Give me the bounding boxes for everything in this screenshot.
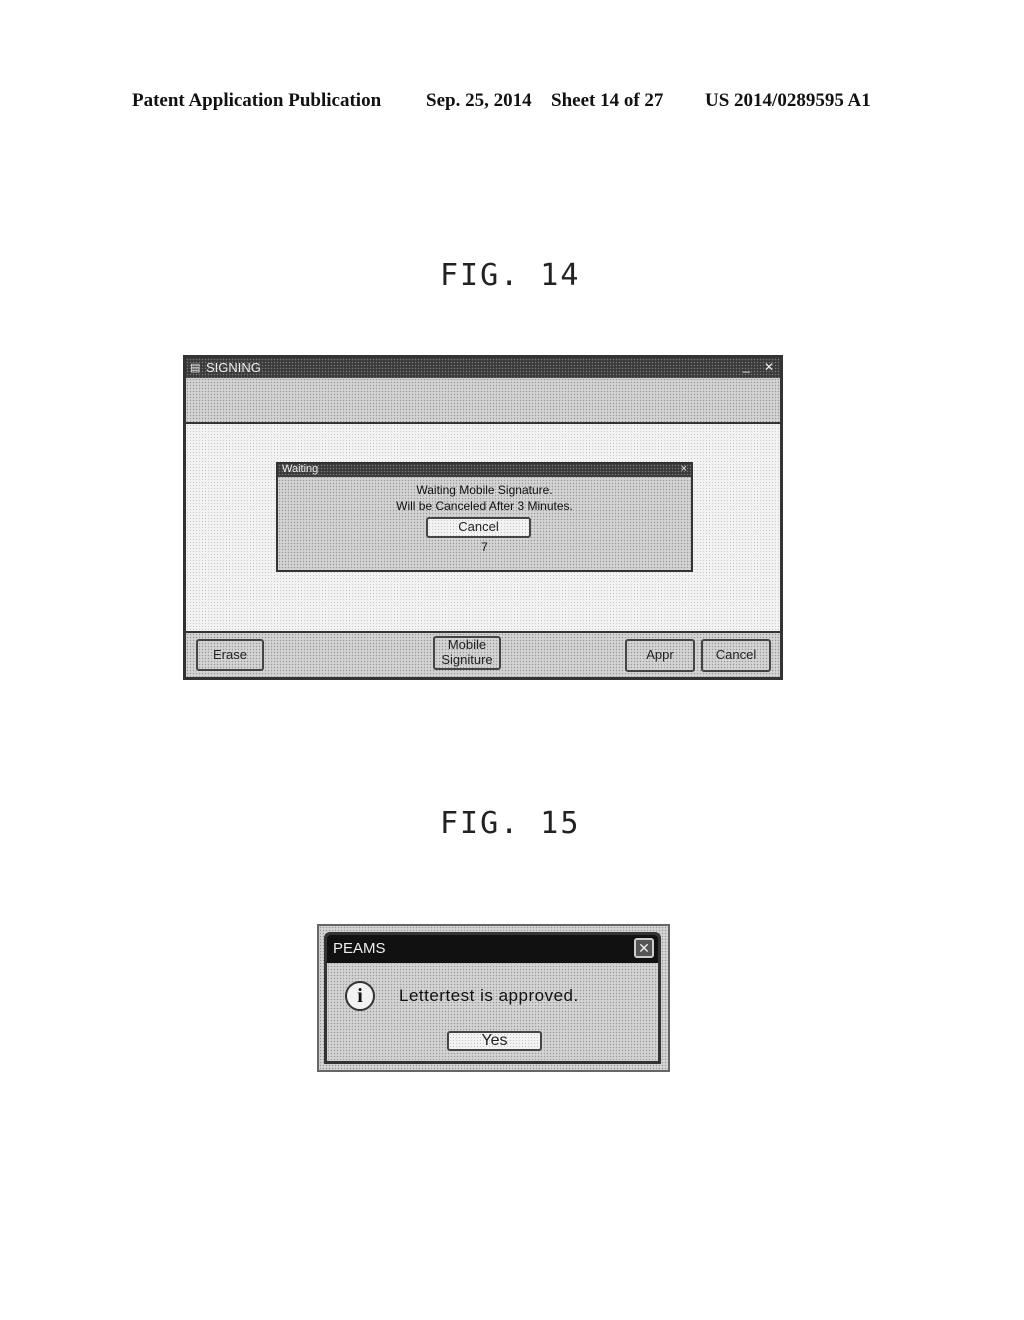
erase-button[interactable]: Erase <box>196 639 264 671</box>
minimize-button[interactable]: _ <box>743 358 750 373</box>
close-icon[interactable]: ✕ <box>764 360 774 374</box>
mobile-signature-button[interactable]: Mobile Signiture <box>433 636 501 670</box>
cancel-button[interactable]: Cancel <box>701 639 771 672</box>
waiting-message-line1: Waiting Mobile Signature. <box>416 483 553 497</box>
peams-close-icon[interactable]: ✕ <box>634 938 654 958</box>
mobile-signature-label-line1: Mobile <box>447 637 487 653</box>
signing-button-bar: Erase Mobile Signiture Appr Cancel <box>186 631 780 677</box>
signing-window: ▤ SIGNING _ ✕ Waiting × Waiting Mobile S… <box>183 355 783 680</box>
approval-message: Lettertest is approved. <box>399 986 579 1005</box>
signing-title: SIGNING <box>206 360 261 375</box>
waiting-close-icon[interactable]: × <box>681 463 687 475</box>
figure-14-caption: FIG. 14 <box>440 258 581 293</box>
peams-title: PEAMS <box>333 940 386 957</box>
waiting-message-line2: Will be Canceled After 3 Minutes. <box>396 499 573 513</box>
waiting-titlebar: Waiting × <box>278 463 691 477</box>
signing-titlebar: ▤ SIGNING _ ✕ <box>186 358 780 378</box>
peams-titlebar: PEAMS ✕ <box>327 935 658 963</box>
publication-date: Sep. 25, 2014 <box>426 90 532 111</box>
sheet-number: Sheet 14 of 27 <box>551 90 664 111</box>
info-icon: i <box>345 981 375 1011</box>
peams-dialog-frame: PEAMS ✕ i Lettertest is approved. Yes <box>317 924 670 1072</box>
figure-15-caption: FIG. 15 <box>440 806 581 841</box>
waiting-title: Waiting <box>282 463 319 475</box>
publication-label: Patent Application Publication <box>132 90 382 111</box>
waiting-dialog: Waiting × Waiting Mobile Signature. Will… <box>276 462 693 572</box>
signing-toolbar <box>186 378 780 424</box>
patent-number: US 2014/0289595 A1 <box>705 90 871 111</box>
countdown-value: 7 <box>481 540 488 554</box>
app-icon: ▤ <box>190 362 201 374</box>
approve-button[interactable]: Appr <box>625 639 695 672</box>
mobile-signature-label-line2: Signiture <box>441 652 493 667</box>
yes-button[interactable]: Yes <box>447 1031 542 1051</box>
waiting-cancel-button[interactable]: Cancel <box>426 517 531 538</box>
peams-dialog: PEAMS ✕ i Lettertest is approved. Yes <box>324 932 661 1064</box>
